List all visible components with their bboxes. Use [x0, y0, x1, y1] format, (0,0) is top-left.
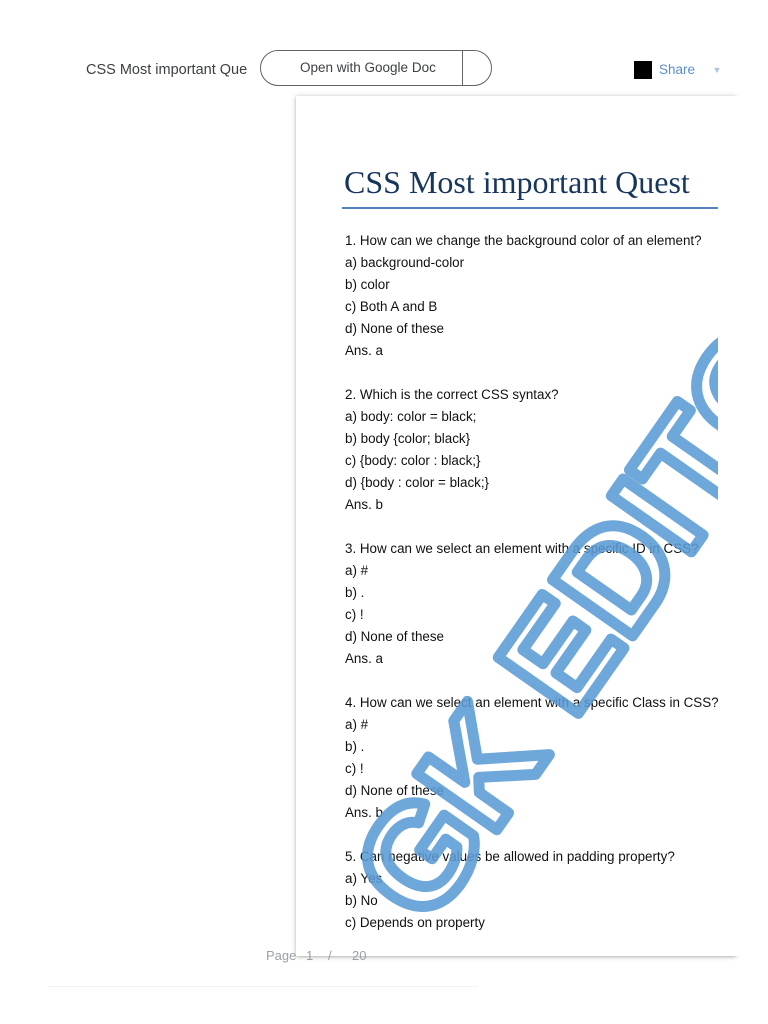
option-d: d) {body : color = black;} [345, 475, 490, 490]
total-pages: 20 [352, 948, 367, 963]
question-text: 2. Which is the correct CSS syntax? [345, 387, 559, 402]
question-text: 3. How can we select an element with a s… [345, 541, 699, 556]
page-label: Page [266, 948, 297, 963]
question-4: 4. How can we select an element with a s… [345, 692, 718, 824]
chevron-down-icon[interactable]: ▼ [710, 61, 724, 79]
answer: Ans. b [345, 497, 383, 512]
answer: Ans. a [345, 651, 383, 666]
option-d: d) None of these [345, 783, 445, 798]
option-d: d) None of these [345, 321, 445, 336]
question-2: 2. Which is the correct CSS syntax? a) b… [345, 384, 559, 516]
page-right-edge [718, 96, 768, 956]
option-c: c) ! [345, 607, 364, 622]
question-text: 5. Can negative values be allowed in pad… [345, 849, 675, 864]
question-1: 1. How can we change the background colo… [345, 230, 702, 362]
option-c: c) ! [345, 761, 364, 776]
question-text: 4. How can we select an element with a s… [345, 695, 718, 710]
open-with-label: Open with Google Doc [300, 60, 436, 75]
document-title: CSS Most important Que [86, 62, 248, 78]
current-page-number[interactable]: 1 [306, 944, 328, 968]
share-button[interactable]: Share [659, 61, 695, 79]
pdf-viewer: CSS Most important Que Open with Google … [0, 0, 768, 1024]
question-5: 5. Can negative values be allowed in pad… [345, 846, 675, 934]
option-c: c) Depends on property [345, 915, 485, 930]
open-with-dropdown[interactable] [463, 51, 491, 85]
option-a: a) Yes [345, 871, 383, 886]
page-separator: / [328, 948, 332, 963]
option-a: a) # [345, 563, 369, 578]
option-b: b) . [345, 585, 365, 600]
answer: Ans. b [345, 805, 383, 820]
option-b: b) color [345, 277, 390, 292]
option-a: a) body: color = black; [345, 409, 477, 424]
option-a: a) background-color [345, 255, 465, 270]
option-b: b) No [345, 893, 378, 908]
question-3: 3. How can we select an element with a s… [345, 538, 699, 670]
document-heading: CSS Most important Quest [344, 164, 690, 200]
heading-underline [342, 207, 718, 209]
option-c: c) {body: color : black;} [345, 453, 481, 468]
option-b: b) . [345, 739, 365, 754]
question-text: 1. How can we change the background colo… [345, 233, 702, 248]
option-d: d) None of these [345, 629, 445, 644]
document-page: CSS Most important Quest 1. How can we c… [298, 98, 718, 934]
option-b: b) body {color; black} [345, 431, 471, 446]
option-a: a) # [345, 717, 369, 732]
share-icon[interactable] [634, 61, 652, 79]
open-with-google-docs-button[interactable]: Open with Google Doc [260, 50, 492, 86]
answer: Ans. a [345, 343, 383, 358]
page-indicator: Page 1/ 20 [266, 944, 374, 968]
bottom-divider [48, 986, 478, 987]
option-c: c) Both A and B [345, 299, 438, 314]
